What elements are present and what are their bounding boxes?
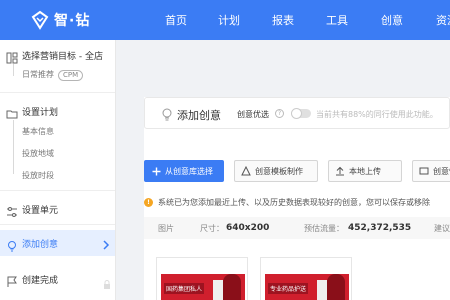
image-column-label: 图片 — [158, 223, 174, 233]
target-sub-text: 日常推荐 — [22, 70, 54, 79]
toggle-knob — [291, 108, 302, 119]
select-from-library-button[interactable]: 从创意库选择 — [144, 160, 224, 182]
cpm-badge: CPM — [58, 70, 84, 81]
chevron-right-icon — [102, 236, 110, 250]
sidebar-item-done[interactable]: 创建完成 — [0, 268, 115, 290]
suggest-label: 建议 — [434, 223, 450, 233]
plus-icon — [151, 166, 161, 176]
image-icon — [241, 166, 251, 176]
divider — [0, 224, 115, 225]
sidebar-subitem-basic-info[interactable]: 基本信息 — [0, 120, 115, 142]
creative-image: 国药集团私人 — [161, 274, 245, 300]
button-label: 创意快 — [433, 166, 450, 176]
traffic-value: 452,372,535 — [348, 223, 412, 233]
creative-info-row: 图片 尺寸： 640x200 预估流量： 452,372,535 建议 — [144, 217, 450, 239]
optimize-toggle[interactable] — [291, 108, 311, 119]
nav-plan[interactable]: 计划 — [218, 12, 240, 28]
sidebar-item-unit[interactable]: 设置单元 — [0, 198, 115, 220]
button-label: 创意模板制作 — [255, 166, 303, 176]
quick-creative-button[interactable]: 创意快 — [412, 160, 450, 182]
model-figure — [213, 280, 223, 300]
sidebar-item-label: 添加创意 — [22, 239, 59, 250]
creative-thumbnail[interactable]: 专业药品护送 — [260, 257, 352, 300]
creative-image: 专业药品护送 — [265, 274, 349, 300]
creative-title: 添加创意 — [177, 109, 221, 122]
model-figure — [317, 280, 327, 300]
main-content: 添加创意 创意优选 ? 当前共有88%的同行使用此功能。 从创意库选择 创意模板… — [116, 40, 450, 300]
app-logo-text: 智·钻 — [54, 13, 91, 29]
sidebar-item-target[interactable]: 选择营销目标 - 全店 — [0, 44, 115, 66]
upload-icon — [335, 166, 345, 176]
top-nav-bar: 智·钻 首页 计划 报表 工具 创意 资源 — [0, 0, 450, 40]
lock-icon — [103, 274, 111, 289]
sidebar-item-label: 选择营销目标 - 全店 — [22, 51, 103, 62]
divider — [0, 92, 115, 93]
nav-resource[interactable]: 资源 — [436, 12, 450, 28]
optimize-description: 当前共有88%的同行使用此功能。 — [316, 110, 438, 119]
button-label: 本地上传 — [349, 166, 381, 176]
notice-text: 系统已为您添加最近上传、以及历史数据表现较好的创意，您可以保存或移除 — [158, 197, 430, 207]
creative-thumbnail[interactable]: 国药集团私人 — [156, 257, 248, 300]
lightbulb-icon — [161, 107, 173, 121]
subitem-label: 投放时段 — [22, 170, 54, 180]
flag-icon — [6, 273, 18, 287]
sidebar-subitem-time[interactable]: 投放时段 — [0, 164, 115, 186]
sidebar-target-detail: 日常推荐 CPM — [0, 64, 115, 86]
lightbulb-icon — [6, 237, 18, 252]
template-make-button[interactable]: 创意模板制作 — [234, 160, 318, 182]
nav-creative[interactable]: 创意 — [381, 12, 403, 28]
model-figure — [327, 274, 345, 300]
gallery-icon — [419, 166, 429, 176]
app-logo[interactable]: 智·钻 — [30, 10, 90, 30]
folder-icon — [6, 105, 18, 119]
layout-icon — [6, 49, 18, 64]
warning-icon: ! — [144, 197, 153, 207]
nav-home[interactable]: 首页 — [165, 12, 187, 28]
size-label: 尺寸： — [200, 223, 224, 233]
nav-report[interactable]: 报表 — [272, 12, 294, 28]
sidebar-item-label: 设置计划 — [22, 107, 59, 118]
sidebar-item-label: 设置单元 — [22, 205, 59, 216]
wizard-sidebar: 选择营销目标 - 全店 日常推荐 CPM 设置计划 基本信息 投放地域 投放时段 … — [0, 40, 116, 300]
size-value: 640x200 — [226, 223, 270, 233]
model-figure — [223, 274, 241, 300]
creative-caption: 国药集团私人 — [164, 283, 205, 294]
target-sub-label: 日常推荐 CPM — [22, 69, 84, 81]
traffic-label: 预估流量： — [304, 223, 344, 233]
diamond-logo-icon — [30, 10, 50, 30]
settings-sliders-icon — [6, 203, 18, 217]
sidebar-item-label: 创建完成 — [22, 275, 59, 286]
creative-header: 添加创意 创意优选 ? 当前共有88%的同行使用此功能。 — [144, 97, 450, 129]
creative-panel: 添加创意 创意优选 ? 当前共有88%的同行使用此功能。 从创意库选择 创意模板… — [144, 97, 450, 300]
tree-line — [13, 64, 14, 76]
optimize-label: 创意优选 — [237, 110, 269, 119]
sidebar-item-plan[interactable]: 设置计划 — [0, 100, 115, 122]
help-icon[interactable]: ? — [275, 109, 284, 118]
system-notice: ! 系统已为您添加最近上传、以及历史数据表现较好的创意，您可以保存或移除 — [144, 195, 430, 209]
creative-caption: 专业药品护送 — [268, 283, 309, 294]
sidebar-subitem-region[interactable]: 投放地域 — [0, 142, 115, 164]
subitem-label: 基本信息 — [22, 126, 54, 136]
nav-tools[interactable]: 工具 — [326, 12, 348, 28]
subitem-label: 投放地域 — [22, 148, 54, 158]
sidebar-item-creative[interactable]: 添加创意 — [0, 230, 115, 256]
button-label: 从创意库选择 — [165, 166, 213, 176]
local-upload-button[interactable]: 本地上传 — [328, 160, 402, 182]
divider — [0, 190, 115, 191]
